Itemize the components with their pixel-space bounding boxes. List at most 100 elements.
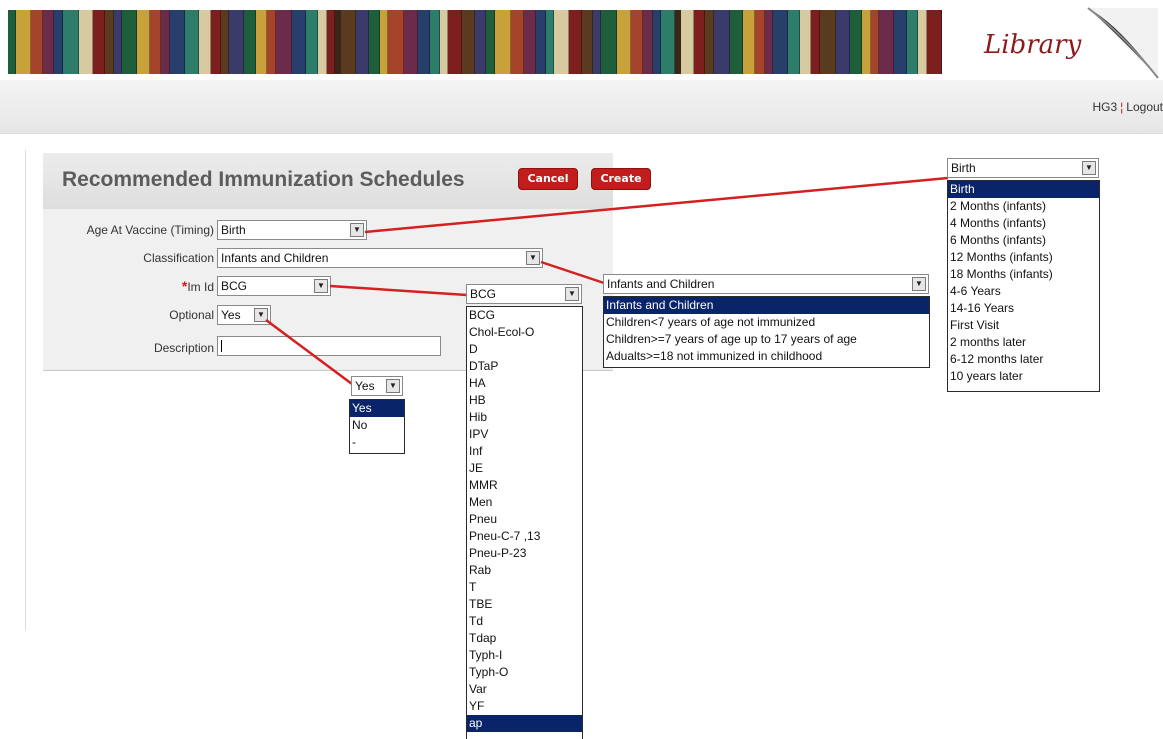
book-spine [926,10,942,74]
dropdown-option[interactable]: 4 Months (infants) [948,215,1099,232]
book-spine [211,10,221,74]
chevron-down-icon[interactable]: ▼ [565,287,579,301]
dropdown-option[interactable]: Typh-I [467,647,582,664]
chevron-down-icon[interactable]: ▼ [1082,161,1096,175]
book-spine [568,10,582,74]
book-spine [305,10,318,74]
dropdown-option[interactable]: Men [467,494,582,511]
dropdown-option[interactable]: Pneu-P-23 [467,545,582,562]
dropdown-option[interactable]: Children>=7 years of age up to 17 years … [604,331,929,348]
book-spine [92,10,105,74]
logout-link[interactable]: Logout [1126,100,1163,114]
book-spine [267,10,277,74]
dropdown-option[interactable]: 4-6 Years [948,283,1099,300]
book-spine [404,10,419,74]
dropdown-option[interactable]: IPV [467,426,582,443]
classification-select[interactable]: Infants and Children ▼ [217,248,543,268]
dropdown-option[interactable]: 12 Months (infants) [948,249,1099,266]
description-label: Description [153,341,214,355]
dropdown-option[interactable]: Adualts>=18 not immunized in childhood [604,348,929,365]
dropdown-option[interactable]: 2 months later [948,334,1099,351]
dropdown-option[interactable]: First Visit [948,317,1099,334]
optional-dropdown-list: Yes No - [349,399,405,454]
dropdown-option[interactable]: 14-16 Years [948,300,1099,317]
dropdown-option[interactable]: YF [467,698,582,715]
dropdown-option[interactable]: Td [467,613,582,630]
dropdown-option[interactable]: Pneu [467,511,582,528]
age-select-value: Birth [221,223,246,237]
dropdown-option[interactable]: TBE [467,596,582,613]
book-spine [879,10,895,74]
dropdown-option[interactable]: Tdap [467,630,582,647]
chevron-down-icon[interactable]: ▼ [526,251,540,265]
book-spine [642,10,653,74]
dropdown-option[interactable]: Pneu-C-7 ,13 [467,528,582,545]
book-spine [114,10,123,74]
divider [25,150,26,630]
age-dropdown-select[interactable]: Birth ▼ [947,158,1099,178]
dropdown-option[interactable]: Birth [948,181,1099,198]
chevron-down-icon[interactable]: ▼ [386,379,400,393]
dropdown-option[interactable]: Infants and Children [604,297,929,314]
book-spine [581,10,593,74]
dropdown-option[interactable]: T [467,579,582,596]
dropdown-option[interactable]: Yes [350,400,404,417]
dropdown-option[interactable]: Typh-O [467,664,582,681]
dropdown-option[interactable]: JE [467,460,582,477]
book-spine [906,10,918,74]
dropdown-option[interactable]: Chol-Ecol-O [467,324,582,341]
dropdown-option[interactable]: 6 Months (infants) [948,232,1099,249]
separator: ¦ [1120,100,1124,114]
dropdown-option[interactable]: MMR [467,477,582,494]
dropdown-option[interactable]: Children<7 years of age not immunized [604,314,929,331]
dropdown-option[interactable]: 6-12 months later [948,351,1099,368]
dropdown-option[interactable]: No [350,417,404,434]
dropdown-option[interactable]: Var [467,681,582,698]
text-caret [221,340,222,352]
optional-dropdown-select[interactable]: Yes ▼ [351,376,403,396]
dropdown-option[interactable]: - [350,434,404,451]
dropdown-option[interactable]: Inf [467,443,582,460]
dropdown-option[interactable]: Rab [467,562,582,579]
description-field[interactable] [217,336,441,356]
book-spine [341,10,356,74]
book-spine [630,10,643,74]
imid-dropdown-select[interactable]: BCG ▼ [466,284,582,304]
book-spine [30,10,44,74]
create-button[interactable]: Create [591,168,651,190]
dropdown-option[interactable]: HB [467,392,582,409]
book-spine [199,10,212,74]
dropdown-option[interactable]: HA [467,375,582,392]
book-spine [122,10,138,74]
dropdown-option[interactable]: ap [467,715,582,732]
dropdown-option[interactable]: 10 years later [948,368,1099,385]
book-spine [787,10,801,74]
book-spine [652,10,661,74]
book-spine [63,10,79,74]
book-spine [439,10,448,74]
chevron-down-icon[interactable]: ▼ [912,277,926,291]
book-spine [228,10,244,74]
book-spine [276,10,292,74]
book-spine [681,10,695,74]
book-spine [861,10,872,74]
cancel-button[interactable]: Cancel [518,168,578,190]
chevron-down-icon[interactable]: ▼ [314,279,328,293]
book-spine [849,10,862,74]
classification-dropdown-select[interactable]: Infants and Children ▼ [603,274,929,294]
age-select[interactable]: Birth ▼ [217,220,367,240]
chevron-down-icon[interactable]: ▼ [254,308,268,322]
imid-select[interactable]: BCG ▼ [217,276,331,296]
dropdown-option[interactable]: DTaP [467,358,582,375]
dropdown-option[interactable]: BCG [467,307,582,324]
optional-select[interactable]: Yes ▼ [217,305,271,325]
chevron-down-icon[interactable]: ▼ [350,223,364,237]
dropdown-option[interactable]: 18 Months (infants) [948,266,1099,283]
book-spine [355,10,369,74]
book-spine [256,10,268,74]
brand-title: Library [984,30,1082,60]
dropdown-option[interactable]: D [467,341,582,358]
book-spine [418,10,430,74]
dropdown-option[interactable]: Hib [467,409,582,426]
dropdown-option[interactable]: 2 Months (infants) [948,198,1099,215]
